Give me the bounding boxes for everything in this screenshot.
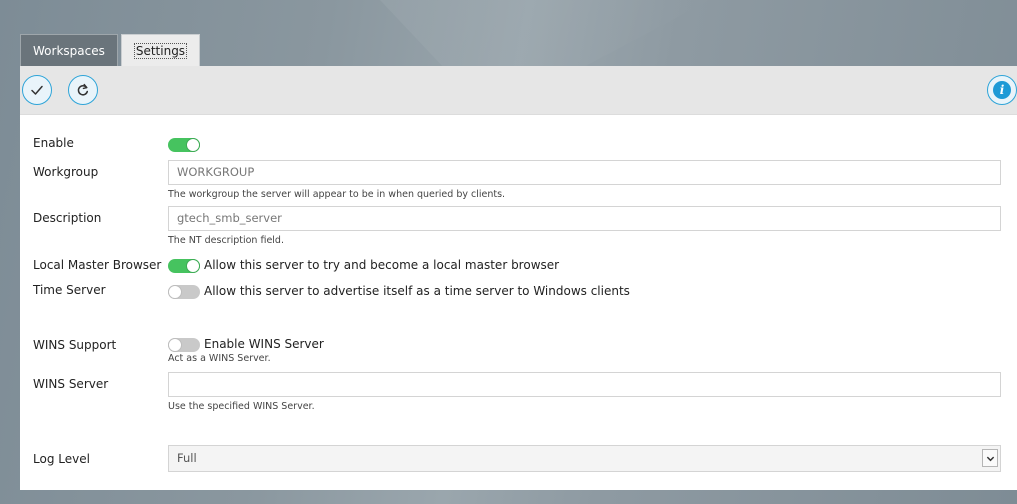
- chevron-down-icon: [982, 449, 998, 467]
- tab-workspaces[interactable]: Workspaces: [20, 34, 118, 66]
- enable-label: Enable: [33, 136, 74, 150]
- settings-panel: i Enable Workgroup WORKGROUP The workgro…: [20, 66, 1017, 490]
- wins-support-help: Act as a WINS Server.: [168, 353, 271, 364]
- wins-support-text: Enable WINS Server: [204, 337, 324, 351]
- description-label: Description: [33, 211, 102, 225]
- reset-button[interactable]: [68, 75, 98, 105]
- local-master-text: Allow this server to try and become a lo…: [204, 258, 560, 272]
- wins-server-input[interactable]: [168, 372, 1001, 397]
- wins-support-toggle[interactable]: [168, 338, 200, 352]
- log-level-value: Full: [177, 451, 197, 465]
- workgroup-label: Workgroup: [33, 165, 99, 179]
- wins-support-label: WINS Support: [33, 338, 117, 352]
- tab-settings-label: Settings: [133, 43, 188, 59]
- log-level-select[interactable]: Full: [168, 445, 1001, 472]
- save-button[interactable]: [22, 75, 52, 105]
- time-server-label: Time Server: [33, 283, 106, 297]
- toggle-knob: [168, 285, 182, 299]
- toggle-knob: [168, 338, 182, 352]
- local-master-toggle[interactable]: [168, 259, 200, 273]
- tab-settings[interactable]: Settings: [120, 34, 201, 66]
- enable-toggle[interactable]: [168, 138, 200, 152]
- refresh-icon: [77, 83, 89, 96]
- tab-workspaces-label: Workspaces: [33, 44, 105, 58]
- time-server-text: Allow this server to advertise itself as…: [204, 284, 630, 298]
- workgroup-input[interactable]: WORKGROUP: [168, 160, 1001, 185]
- toggle-knob: [186, 259, 200, 273]
- wins-server-help: Use the specified WINS Server.: [168, 401, 315, 412]
- log-level-label: Log Level: [33, 452, 90, 466]
- wins-server-label: WINS Server: [33, 377, 109, 391]
- time-server-toggle[interactable]: [168, 285, 200, 299]
- tab-bar: Workspaces Settings: [20, 34, 203, 66]
- check-icon: [31, 85, 43, 95]
- info-button[interactable]: i: [987, 75, 1017, 105]
- toggle-knob: [186, 138, 200, 152]
- toolbar: i: [20, 66, 1017, 115]
- info-icon: i: [993, 81, 1011, 99]
- description-help: The NT description field.: [168, 235, 284, 246]
- description-input[interactable]: gtech_smb_server: [168, 206, 1001, 231]
- workgroup-help: The workgroup the server will appear to …: [168, 189, 506, 200]
- background-decoration: [380, 0, 710, 70]
- local-master-label: Local Master Browser: [33, 258, 162, 272]
